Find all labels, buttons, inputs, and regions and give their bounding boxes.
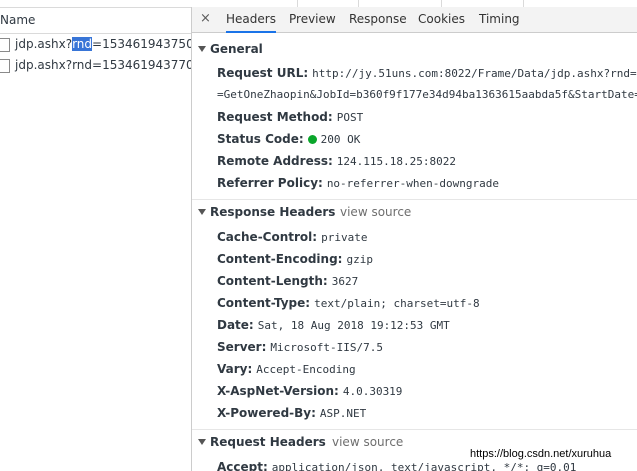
response-header-row: Content-Type: text/plain; charset=utf-8 <box>217 296 480 310</box>
response-header-row: X-AspNet-Version: 4.0.30319 <box>217 384 403 398</box>
tab-cookies[interactable]: Cookies <box>418 7 465 32</box>
response-header-row: Vary: Accept-Encoding <box>217 362 356 376</box>
text-selection: rnd <box>72 37 93 51</box>
request-url-row: Request URL: http://jy.51uns.com:8022/Fra… <box>217 66 637 80</box>
request-headers-section-header[interactable]: Request Headers <box>192 431 326 453</box>
name-column-header[interactable]: Name <box>0 7 191 34</box>
request-name: jdp.ashx?rnd=1534619437707... <box>15 58 191 72</box>
response-header-row: Server: Microsoft-IIS/7.5 <box>217 340 383 354</box>
response-header-row: Cache-Control: private <box>217 230 368 244</box>
section-divider <box>192 199 637 200</box>
status-ok-icon <box>307 135 317 144</box>
close-icon[interactable]: × <box>200 11 211 26</box>
response-headers-section-header[interactable]: Response Headers <box>192 201 335 223</box>
request-name: jdp.ashx?rnd=1534619437506... <box>15 37 191 51</box>
detail-tabbar: × Headers Preview Response Cookies Timin… <box>192 7 637 33</box>
view-source-link[interactable]: view source <box>340 205 411 219</box>
request-row[interactable]: jdp.ashx?rnd=1534619437707... <box>0 56 191 76</box>
collapse-triangle-icon[interactable] <box>198 209 206 215</box>
headers-panel: × Headers Preview Response Cookies Timin… <box>192 7 637 471</box>
column-tick <box>297 0 298 7</box>
view-source-link[interactable]: view source <box>332 435 403 449</box>
collapse-triangle-icon[interactable] <box>198 46 206 52</box>
response-header-row: Content-Length: 3627 <box>217 274 359 288</box>
request-url-continuation: =GetOneZhaopin&JobId=b360f9f177e34d94ba1… <box>217 88 637 101</box>
column-tick <box>523 0 524 7</box>
general-section-header[interactable]: General <box>192 38 263 60</box>
tab-response[interactable]: Response <box>349 7 407 32</box>
remote-address-row: Remote Address: 124.115.18.25:8022 <box>217 154 457 168</box>
row-checkbox[interactable] <box>0 38 10 52</box>
column-tick <box>441 0 442 7</box>
tab-timing[interactable]: Timing <box>479 7 520 32</box>
status-code-row: Status Code: 200 OK <box>217 132 361 146</box>
request-list-panel: Name jdp.ashx?rnd=1534619437506... jdp.a… <box>0 0 191 471</box>
row-checkbox[interactable] <box>0 59 10 73</box>
section-divider <box>192 429 637 430</box>
name-column-label: Name <box>0 13 36 27</box>
response-header-row: Content-Encoding: gzip <box>217 252 373 266</box>
referrer-policy-row: Referrer Policy: no-referrer-when-downgra… <box>217 176 499 190</box>
request-row[interactable]: jdp.ashx?rnd=1534619437506... <box>0 35 191 55</box>
watermark-text: https://blog.csdn.net/xuruhua <box>470 448 612 460</box>
tab-headers[interactable]: Headers <box>226 7 276 33</box>
response-header-row: Date: Sat, 18 Aug 2018 19:12:53 GMT <box>217 318 450 332</box>
response-header-row: X-Powered-By: ASP.NET <box>217 406 367 420</box>
collapse-triangle-icon[interactable] <box>198 439 206 445</box>
column-tick <box>358 0 359 7</box>
request-method-row: Request Method: POST <box>217 110 364 124</box>
tab-preview[interactable]: Preview <box>289 7 336 32</box>
